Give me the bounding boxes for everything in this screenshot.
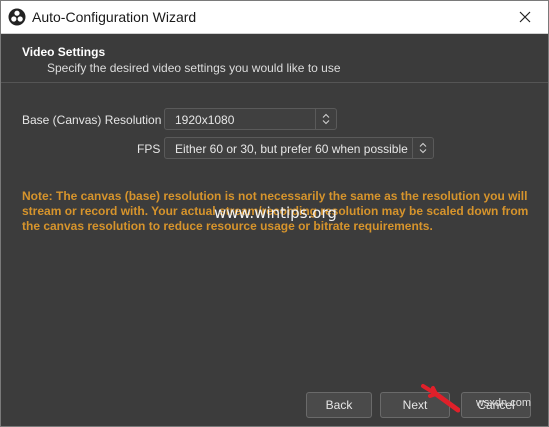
title-bar: Auto-Configuration Wizard bbox=[1, 1, 548, 34]
up-down-arrows-icon bbox=[419, 142, 427, 154]
close-button[interactable] bbox=[502, 1, 548, 33]
resolution-label: Base (Canvas) Resolution bbox=[22, 113, 162, 127]
back-button[interactable]: Back bbox=[306, 392, 372, 418]
red-arrow-icon bbox=[421, 384, 460, 413]
resolution-value: 1920x1080 bbox=[175, 113, 235, 127]
window-title: Auto-Configuration Wizard bbox=[32, 9, 197, 25]
section-subtitle: Specify the desired video settings you w… bbox=[47, 61, 341, 75]
fps-label: FPS bbox=[137, 142, 161, 156]
watermark: www.wintips.org bbox=[214, 204, 337, 222]
close-icon bbox=[519, 11, 531, 23]
fps-spinner[interactable] bbox=[412, 138, 433, 158]
obs-logo-icon bbox=[8, 8, 26, 26]
wizard-window: Auto-Configuration Wizard Video Settings… bbox=[0, 0, 549, 427]
source-watermark: wsxdn.com bbox=[475, 397, 531, 409]
section-header: Video Settings Specify the desired video… bbox=[1, 34, 548, 83]
section-title: Video Settings bbox=[22, 45, 106, 59]
wizard-content: Video Settings Specify the desired video… bbox=[1, 34, 548, 426]
fps-value: Either 60 or 30, but prefer 60 when poss… bbox=[175, 142, 408, 156]
fps-combobox[interactable]: Either 60 or 30, but prefer 60 when poss… bbox=[164, 137, 434, 159]
resolution-combobox[interactable]: 1920x1080 bbox=[164, 108, 337, 130]
up-down-arrows-icon bbox=[322, 113, 330, 125]
resolution-spinner[interactable] bbox=[315, 109, 336, 129]
